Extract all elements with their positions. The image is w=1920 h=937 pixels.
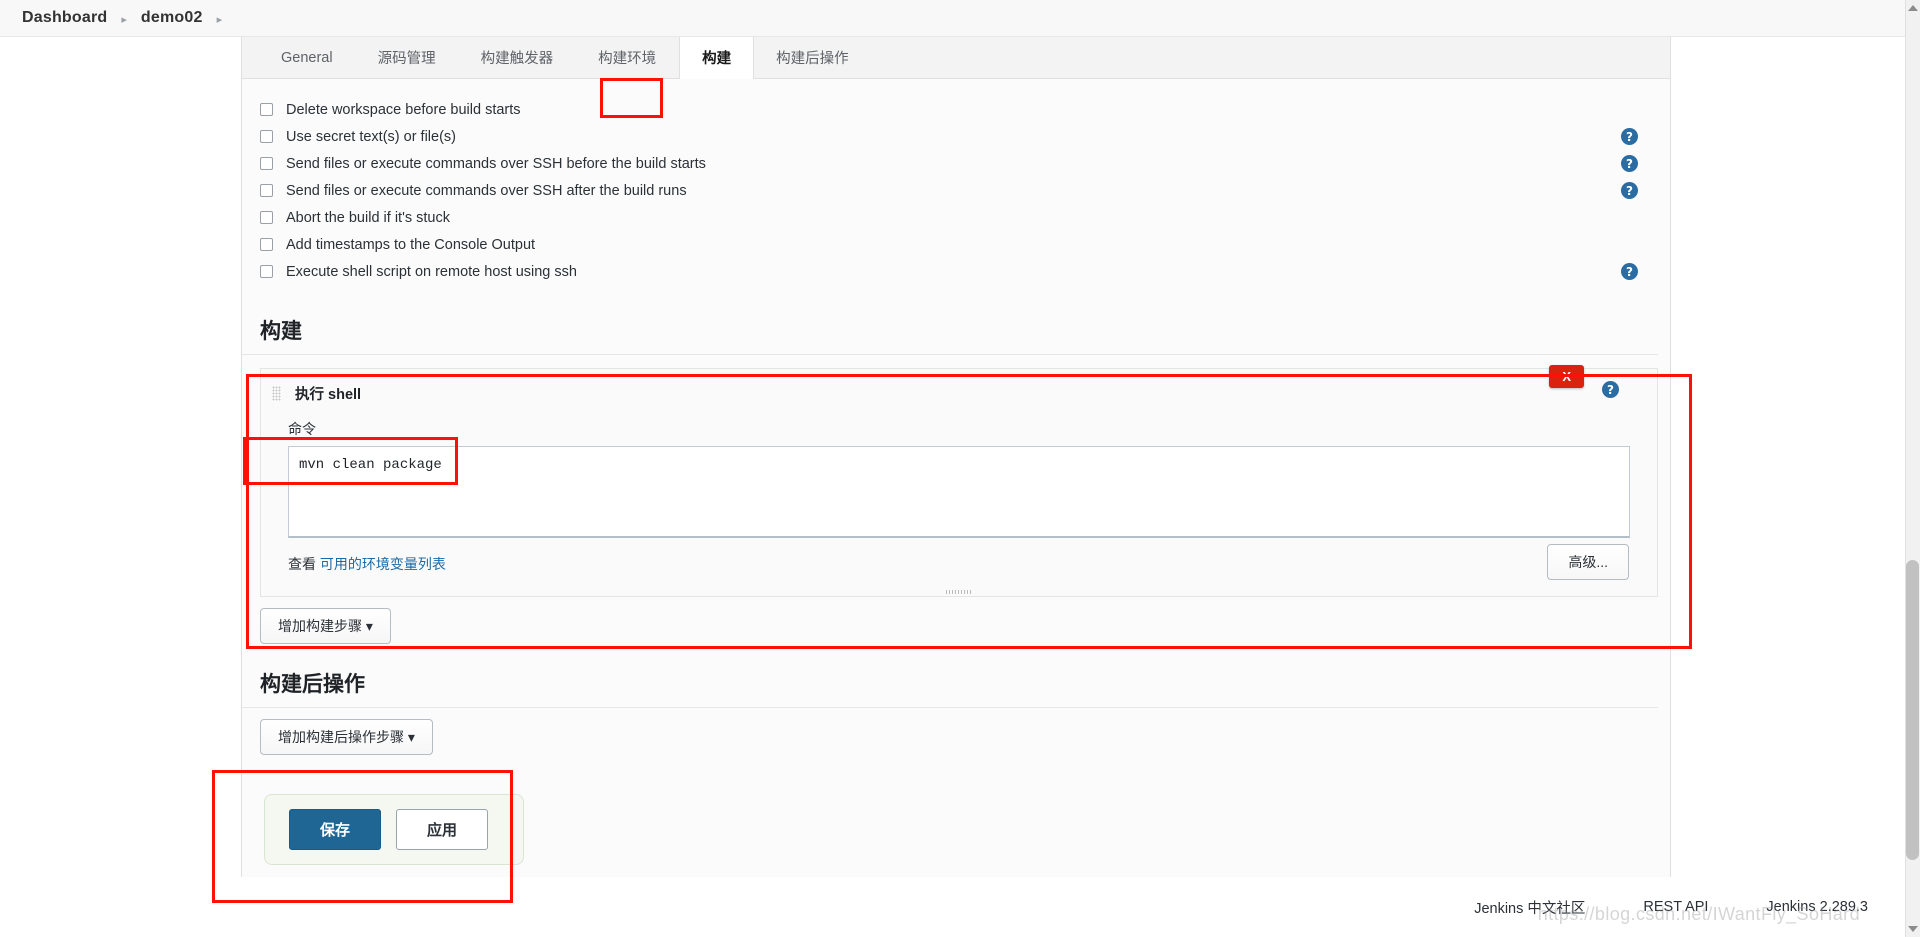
add-build-step-button[interactable]: 增加构建步骤 ▾ [260, 608, 391, 644]
checkbox-ssh-before-build[interactable] [260, 157, 273, 170]
option-row-ssh-after-build[interactable]: Send files or execute commands over SSH … [242, 177, 1670, 204]
option-label-use-secret-text: Use secret text(s) or file(s) [286, 128, 456, 145]
option-row-execute-shell-remote[interactable]: Execute shell script on remote host usin… [242, 258, 1670, 285]
footer-link-rest-api[interactable]: REST API [1643, 899, 1708, 915]
checkbox-add-timestamps[interactable] [260, 238, 273, 251]
environment-variables-row: 查看 可用的环境变量列表 [261, 554, 1657, 574]
option-row-ssh-before-build[interactable]: Send files or execute commands over SSH … [242, 150, 1670, 177]
checkbox-execute-shell-remote[interactable] [260, 265, 273, 278]
option-row-abort-stuck-build[interactable]: Abort the build if it's stuck [242, 204, 1670, 231]
apply-button[interactable]: 应用 [396, 809, 489, 850]
environment-variables-prefix: 查看 [288, 556, 316, 572]
environment-variables-link[interactable]: 可用的环境变量列表 [320, 556, 446, 572]
tab-build-triggers[interactable]: 构建触发器 [459, 37, 577, 78]
help-icon[interactable]: ? [1602, 381, 1619, 398]
command-input[interactable]: mvn clean package [288, 446, 1630, 538]
breadcrumb: Dashboard ▸ demo02 ▸ [0, 0, 1920, 37]
tab-build[interactable]: 构建 [679, 37, 755, 79]
drag-handle-icon[interactable] [272, 385, 281, 401]
textarea-resize-handle[interactable] [946, 590, 972, 594]
scroll-down-arrow-icon[interactable] [1908, 926, 1918, 932]
tab-build-environment[interactable]: 构建环境 [576, 37, 679, 78]
help-icon[interactable]: ? [1621, 128, 1638, 145]
footer-version-label: Jenkins 2.289.3 [1766, 899, 1868, 915]
command-field-label: 命令 [288, 421, 316, 437]
breadcrumb-item-demo02[interactable]: demo02 [141, 9, 203, 27]
checkbox-abort-stuck-build[interactable] [260, 211, 273, 224]
checkbox-ssh-after-build[interactable] [260, 184, 273, 197]
scrollbar-thumb[interactable] [1906, 560, 1919, 860]
breadcrumb-separator-icon-2: ▸ [216, 13, 223, 26]
option-label-execute-shell-remote: Execute shell script on remote host usin… [286, 263, 577, 280]
breadcrumb-separator-icon: ▸ [121, 13, 127, 26]
delete-builder-button[interactable]: X [1549, 365, 1584, 388]
tab-general[interactable]: General [259, 37, 356, 78]
page-footer: Jenkins 中文社区 REST API Jenkins 2.289.3 [0, 877, 1920, 937]
add-post-build-step-button[interactable]: 增加构建后操作步骤 ▾ [260, 719, 433, 755]
page-body: General 源码管理 构建触发器 构建环境 构建 构建后操作 Delete … [0, 37, 1920, 937]
option-label-add-timestamps: Add timestamps to the Console Output [286, 236, 536, 253]
help-icon[interactable]: ? [1621, 263, 1638, 280]
option-row-add-timestamps[interactable]: Add timestamps to the Console Output [242, 231, 1670, 258]
option-label-delete-workspace: Delete workspace before build starts [286, 101, 521, 118]
job-config-panel: General 源码管理 构建触发器 构建环境 构建 构建后操作 Delete … [241, 37, 1671, 878]
builder-execute-shell: X ? 执行 shell 命令 mvn clean package 查看 可用的… [260, 365, 1658, 597]
page-scrollbar[interactable] [1905, 0, 1920, 937]
help-icon[interactable]: ? [1621, 182, 1638, 199]
option-label-ssh-after-build: Send files or execute commands over SSH … [286, 182, 687, 199]
footer-link-community[interactable]: Jenkins 中文社区 [1474, 897, 1585, 918]
build-environment-options: Delete workspace before build starts Use… [242, 79, 1670, 291]
option-label-ssh-before-build: Send files or execute commands over SSH … [286, 155, 706, 172]
builder-title-row: 执行 shell [261, 382, 1657, 404]
builder-title: 执行 shell [295, 386, 362, 403]
checkbox-use-secret-text[interactable] [260, 130, 273, 143]
breadcrumb-item-dashboard[interactable]: Dashboard [22, 9, 107, 27]
option-label-abort-stuck-build: Abort the build if it's stuck [286, 209, 450, 226]
tab-source-code-management[interactable]: 源码管理 [356, 37, 459, 78]
checkbox-delete-workspace[interactable] [260, 103, 273, 116]
help-icon[interactable]: ? [1621, 155, 1638, 172]
config-tab-bar: General 源码管理 构建触发器 构建环境 构建 构建后操作 [242, 37, 1670, 79]
section-heading-build: 构建 [242, 315, 1658, 355]
section-heading-post-build: 构建后操作 [242, 668, 1658, 708]
tab-post-build-actions[interactable]: 构建后操作 [754, 37, 872, 78]
advanced-button[interactable]: 高级... [1547, 544, 1629, 580]
scroll-up-arrow-icon[interactable] [1908, 5, 1918, 11]
option-row-use-secret-text[interactable]: Use secret text(s) or file(s) ? [242, 123, 1670, 150]
option-row-delete-workspace[interactable]: Delete workspace before build starts [242, 96, 1670, 123]
save-button[interactable]: 保存 [289, 809, 382, 850]
form-action-bar: 保存 应用 [264, 794, 524, 865]
